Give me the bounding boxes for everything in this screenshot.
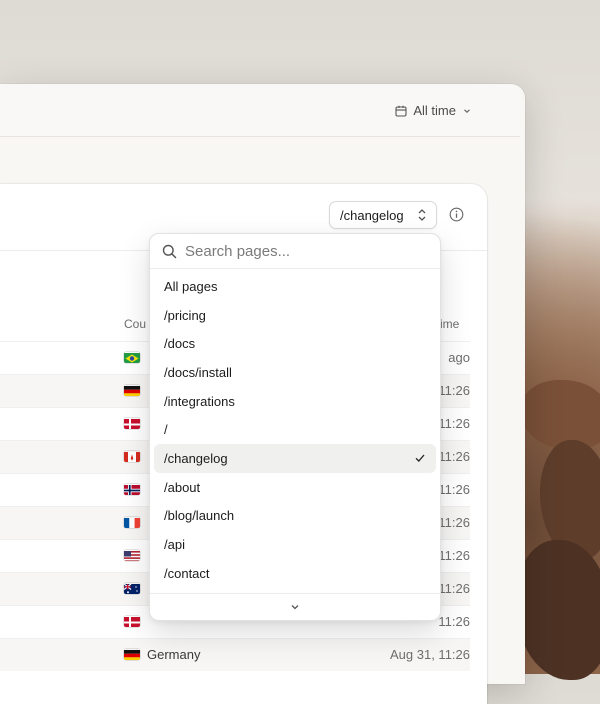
check-icon bbox=[415, 455, 425, 463]
option-label: /pricing bbox=[164, 307, 206, 323]
up-down-chevrons-icon bbox=[418, 209, 426, 221]
option-label: /blog/launch bbox=[164, 508, 235, 524]
page-option-integrations[interactable]: /integrations bbox=[154, 387, 436, 416]
visit-time: 11:26 bbox=[438, 581, 470, 596]
page-option-docs-install[interactable]: /docs/install bbox=[154, 358, 436, 387]
page-option-all-pages[interactable]: All pages bbox=[154, 272, 436, 301]
country-name: Germany bbox=[147, 647, 201, 662]
visit-time: 11:26 bbox=[438, 614, 470, 629]
germany-flag-icon bbox=[124, 385, 140, 396]
visit-time: 11:26 bbox=[438, 416, 470, 431]
option-label: /docs bbox=[164, 336, 196, 352]
denmark-flag-icon bbox=[124, 418, 140, 429]
option-label: / bbox=[164, 422, 168, 438]
option-label: All pages bbox=[164, 278, 218, 294]
visit-time: ago bbox=[448, 350, 470, 365]
option-label: /about bbox=[164, 479, 201, 495]
visit-time: 11:26 bbox=[438, 515, 470, 530]
france-flag-icon bbox=[124, 517, 140, 528]
page-options-list: All pages /pricing /docs /docs/install /… bbox=[150, 269, 440, 588]
page-option-docs[interactable]: /docs bbox=[154, 329, 436, 358]
brazil-flag-icon bbox=[124, 352, 140, 363]
page-option-api[interactable]: /api bbox=[154, 530, 436, 559]
page-option-pricing[interactable]: /pricing bbox=[154, 301, 436, 330]
visit-time: 11:26 bbox=[438, 449, 470, 464]
visit-time: 11:26 bbox=[438, 548, 470, 563]
calendar-icon bbox=[395, 105, 407, 117]
option-label: /contact bbox=[164, 565, 210, 581]
norway-flag-icon bbox=[124, 484, 140, 495]
page-select-dropdown: All pages /pricing /docs /docs/install /… bbox=[149, 233, 441, 621]
option-label: /integrations bbox=[164, 393, 235, 409]
australia-flag-icon bbox=[124, 583, 140, 594]
top-bar: All time bbox=[0, 84, 520, 137]
page-option-root[interactable]: / bbox=[154, 415, 436, 444]
germany-flag-icon bbox=[124, 649, 140, 660]
scroll-down-button[interactable] bbox=[150, 593, 440, 620]
visit-time: 11:26 bbox=[438, 383, 470, 398]
page-option-changelog[interactable]: /changelog bbox=[154, 444, 436, 473]
usa-flag-icon bbox=[124, 550, 140, 561]
page-option-contact[interactable]: /contact bbox=[154, 559, 436, 588]
option-label: /docs/install bbox=[164, 364, 232, 380]
time-filter-label: All time bbox=[413, 103, 456, 118]
option-label: /api bbox=[164, 537, 185, 553]
page-select-value: /changelog bbox=[340, 207, 404, 223]
time-filter-dropdown[interactable]: All time bbox=[395, 103, 472, 118]
search-row bbox=[150, 234, 440, 269]
country-column-header[interactable]: Cou bbox=[124, 317, 146, 331]
chevron-down-icon bbox=[291, 605, 299, 610]
search-icon bbox=[162, 244, 177, 258]
background-rock bbox=[520, 380, 600, 450]
search-pages-input[interactable] bbox=[185, 242, 425, 260]
canada-flag-icon bbox=[124, 451, 140, 462]
info-icon[interactable] bbox=[449, 207, 464, 222]
time-column-header[interactable]: ime bbox=[440, 317, 459, 331]
option-label: /changelog bbox=[164, 450, 228, 466]
page-option-about[interactable]: /about bbox=[154, 473, 436, 502]
denmark-flag-icon bbox=[124, 616, 140, 627]
table-row[interactable]: Germany Aug 31, 11:26 bbox=[0, 638, 470, 671]
visit-time: 11:26 bbox=[438, 482, 470, 497]
chevron-down-icon bbox=[464, 108, 470, 113]
page-option-blog-launch[interactable]: /blog/launch bbox=[154, 502, 436, 531]
page-select[interactable]: /changelog bbox=[329, 201, 437, 229]
background-rock bbox=[515, 540, 600, 680]
visit-time: Aug 31, 11:26 bbox=[390, 647, 470, 662]
